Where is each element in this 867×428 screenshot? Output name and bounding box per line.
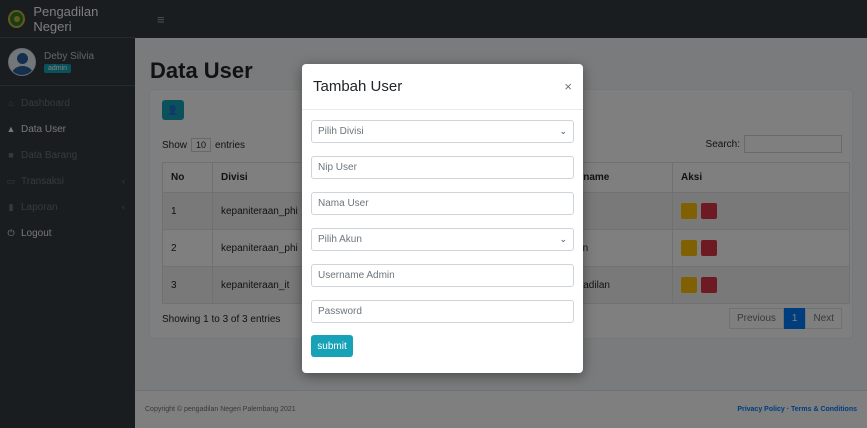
add-user-modal: Tambah User × Pilih Divisi ⌄ Nip User Na… — [302, 64, 583, 373]
nama-input[interactable]: Nama User — [311, 192, 574, 215]
modal-header: Tambah User × — [302, 64, 583, 110]
chevron-down-icon: ⌄ — [559, 126, 567, 136]
submit-button[interactable]: submit — [311, 335, 353, 357]
password-input[interactable]: Password — [311, 300, 574, 323]
password-placeholder: Password — [318, 306, 362, 317]
close-icon[interactable]: × — [564, 79, 572, 94]
nip-placeholder: Nip User — [318, 162, 357, 173]
akun-placeholder: Pilih Akun — [318, 234, 362, 245]
username-input[interactable]: Username Admin — [311, 264, 574, 287]
modal-body: Pilih Divisi ⌄ Nip User Nama User Pilih … — [302, 110, 583, 357]
akun-select[interactable]: Pilih Akun ⌄ — [311, 228, 574, 251]
nip-input[interactable]: Nip User — [311, 156, 574, 179]
nama-placeholder: Nama User — [318, 198, 369, 209]
divisi-select[interactable]: Pilih Divisi ⌄ — [311, 120, 574, 143]
username-placeholder: Username Admin — [318, 270, 395, 281]
divisi-placeholder: Pilih Divisi — [318, 126, 364, 137]
chevron-down-icon: ⌄ — [559, 234, 567, 244]
modal-title: Tambah User — [313, 78, 403, 95]
